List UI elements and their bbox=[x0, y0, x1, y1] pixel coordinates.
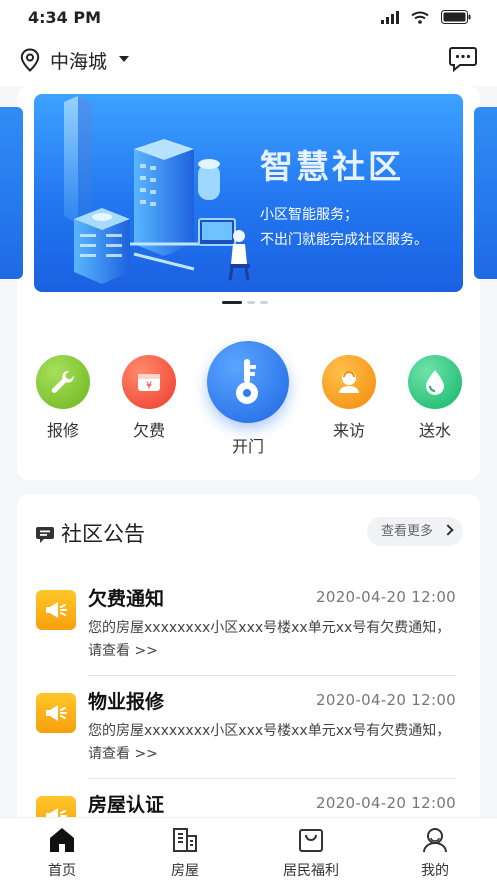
announcement-icon bbox=[36, 527, 54, 543]
carousel-dot-active[interactable] bbox=[222, 301, 242, 304]
repair-label: 报修 bbox=[46, 421, 79, 440]
tab-house-label: 房屋 bbox=[171, 863, 199, 879]
megaphone-icon bbox=[36, 693, 76, 733]
top-bar: 中海城 bbox=[0, 34, 497, 86]
banner-prev-peek[interactable] bbox=[0, 107, 23, 279]
notice-item[interactable]: 欠费通知 2020-04-20 12:00 您的房屋xxxxxxxx小区xxx号… bbox=[17, 573, 480, 676]
tab-home[interactable]: 首页 bbox=[17, 826, 107, 880]
building-icon bbox=[173, 828, 197, 852]
banner-next-peek[interactable] bbox=[474, 107, 497, 279]
wallet-icon: ¥ bbox=[138, 374, 160, 392]
repair-button[interactable]: 报修 bbox=[30, 355, 96, 441]
tab-welfare-label: 居民福利 bbox=[283, 863, 339, 879]
location-name[interactable]: 中海城 bbox=[50, 47, 107, 74]
shopping-bag-icon bbox=[299, 829, 323, 852]
wifi-icon bbox=[411, 11, 429, 24]
tab-profile[interactable]: 我的 bbox=[390, 826, 480, 880]
notice-date: 2020-04-20 12:00 bbox=[316, 691, 456, 709]
signal-icon bbox=[381, 10, 399, 24]
status-time: 4:34 PM bbox=[28, 8, 102, 27]
notice-item[interactable]: 物业报修 2020-04-20 12:00 您的房屋xxxxxxxx小区xxx号… bbox=[17, 676, 480, 779]
notice-date: 2020-04-20 12:00 bbox=[316, 588, 456, 606]
chevron-right-icon bbox=[442, 524, 454, 536]
visitor-label: 来访 bbox=[332, 421, 365, 440]
arrears-button[interactable]: ¥ 欠费 bbox=[116, 355, 182, 441]
notices-title: 社区公告 bbox=[61, 522, 145, 546]
carousel-dot[interactable] bbox=[247, 301, 255, 304]
notice-date: 2020-04-20 12:00 bbox=[316, 794, 456, 812]
banner-subtitle-2: 不出门就能完成社区服务。 bbox=[260, 232, 428, 248]
message-icon[interactable] bbox=[449, 46, 477, 72]
tab-home-label: 首页 bbox=[48, 863, 76, 879]
view-more-button[interactable]: 查看更多 bbox=[367, 517, 463, 546]
tab-welfare[interactable]: 居民福利 bbox=[266, 826, 356, 880]
open-door-button[interactable]: 开门 bbox=[206, 341, 290, 457]
visitor-button[interactable]: 来访 bbox=[316, 355, 382, 441]
tab-house[interactable]: 房屋 bbox=[140, 826, 230, 880]
notice-title: 物业报修 bbox=[88, 691, 165, 713]
bottom-tab-bar: 首页 房屋 居民福利 我的 bbox=[0, 817, 497, 883]
status-bar: 4:34 PM bbox=[0, 0, 497, 34]
water-delivery-button[interactable]: 送水 bbox=[402, 355, 468, 441]
notice-body: 您的房屋xxxxxxxx小区xxx号楼xx单元xx号有欠费通知，请查看 >> bbox=[88, 723, 451, 762]
banner-slide[interactable]: 智慧社区 小区智能服务； 不出门就能完成社区服务。 bbox=[34, 94, 463, 292]
wrench-icon bbox=[51, 370, 74, 394]
tab-profile-label: 我的 bbox=[421, 863, 449, 879]
battery-icon bbox=[441, 10, 471, 24]
visitor-icon bbox=[339, 371, 359, 393]
open-door-label: 开门 bbox=[231, 437, 264, 456]
water-drop-icon bbox=[426, 370, 444, 395]
megaphone-icon bbox=[36, 590, 76, 630]
carousel-indicator bbox=[222, 301, 268, 304]
banner-subtitle-1: 小区智能服务； bbox=[260, 207, 358, 223]
user-icon bbox=[423, 828, 447, 853]
smart-city-illustration bbox=[64, 96, 250, 284]
chevron-down-icon[interactable] bbox=[119, 56, 129, 62]
home-icon bbox=[50, 828, 74, 852]
location-pin-icon bbox=[20, 48, 40, 72]
water-delivery-label: 送水 bbox=[418, 421, 451, 440]
view-more-label: 查看更多 bbox=[381, 524, 434, 539]
notices-card: 社区公告 查看更多 欠费通知 2020-04-20 12:00 您的房屋xxxx… bbox=[17, 494, 480, 834]
notice-title: 欠费通知 bbox=[88, 588, 165, 610]
arrears-label: 欠费 bbox=[132, 421, 165, 440]
svg-text:¥: ¥ bbox=[146, 381, 152, 392]
notice-title: 房屋认证 bbox=[88, 794, 165, 816]
notice-body: 您的房屋xxxxxxxx小区xxx号楼xx单元xx号有欠费通知，请查看 >> bbox=[88, 620, 451, 659]
banner-title: 智慧社区 bbox=[260, 147, 404, 186]
carousel-dot[interactable] bbox=[260, 301, 268, 304]
key-icon bbox=[236, 359, 258, 404]
